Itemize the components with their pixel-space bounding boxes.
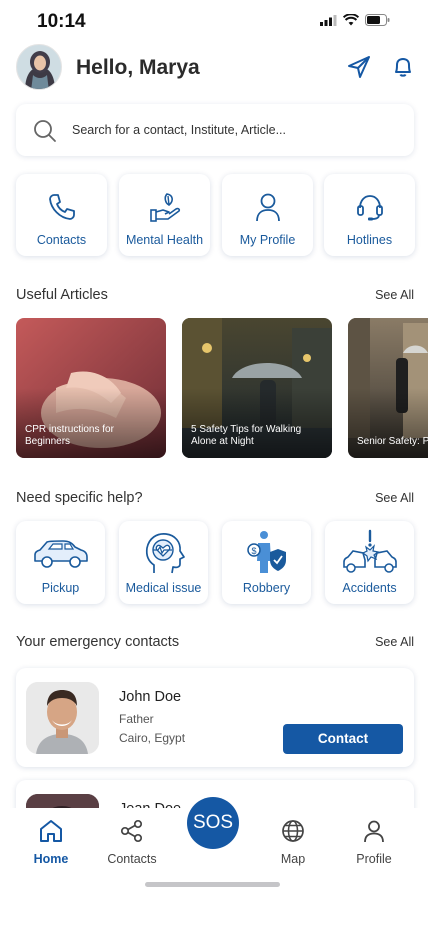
contact-name: John Doe [119,689,182,705]
contact-location: Cairo, Egypt [119,731,186,745]
article-card-senior[interactable]: Senior Safety: P Falls [348,318,428,458]
articles-title: Useful Articles [16,287,108,303]
battery-icon [365,14,390,26]
help-label: Accidents [342,581,397,595]
tab-home[interactable]: Home [11,818,91,866]
user-icon [255,193,280,222]
svg-text:$: $ [251,546,256,556]
help-medical-button[interactable]: Medical issue [119,521,208,604]
car-icon [33,540,88,568]
help-label: Robbery [242,581,291,595]
home-indicator [145,882,280,887]
bell-icon[interactable] [390,54,416,80]
search-icon [34,120,56,142]
quick-label: My Profile [239,233,296,247]
headset-icon [356,195,383,221]
tab-label: Profile [356,852,392,866]
help-see-all-link[interactable]: See All [375,491,414,505]
search-bar[interactable]: Search for a contact, Institute, Article… [16,104,414,156]
user-icon [364,820,384,843]
contact-button[interactable]: Contact [283,724,403,754]
help-pickup-button[interactable]: Pickup [16,521,105,604]
status-bar: 10:14 [0,0,428,44]
contact-photo [26,682,99,754]
avatar[interactable] [16,44,62,90]
contacts-see-all-link[interactable]: See All [375,635,414,649]
article-caption: 5 Safety Tips for Walking Alone at Night [191,424,302,447]
send-icon[interactable] [346,54,372,80]
quick-label: Hotlines [346,233,393,247]
article-card-walking[interactable]: 5 Safety Tips for Walking Alone at Night [182,318,332,458]
search-input[interactable]: Search for a contact, Institute, Article… [72,123,286,137]
quick-contacts-button[interactable]: Contacts [16,174,107,256]
article-caption: CPR instructions for Beginners [25,424,114,447]
quick-mental-health-button[interactable]: Mental Health [119,174,210,256]
signal-icon [320,14,337,26]
hand-leaf-icon [149,193,180,222]
help-title: Need specific help? [16,490,143,506]
help-label: Medical issue [125,581,202,595]
head-heart-icon [145,533,185,574]
article-caption: Senior Safety: P Falls [357,436,428,447]
quick-hotlines-button[interactable]: Hotlines [324,174,415,256]
article-card-cpr[interactable]: CPR instructions for Beginners [16,318,166,458]
tab-label: Contacts [107,852,157,866]
phone-icon [48,194,75,220]
contact-relation: Father [119,712,154,726]
contact-card: John Doe Father Cairo, Egypt Contact [16,668,414,767]
status-time: 10:14 [37,11,86,32]
share-icon [120,819,143,843]
tab-profile[interactable]: Profile [334,818,414,866]
quick-my-profile-button[interactable]: My Profile [222,174,313,256]
tab-contacts[interactable]: Contacts [92,818,172,866]
help-label: Pickup [41,581,80,595]
quick-label: Contacts [36,233,87,247]
status-icons [320,14,390,26]
help-accidents-button[interactable]: Accidents [325,521,414,604]
sos-button[interactable]: SOS [187,797,239,849]
globe-icon [282,820,304,842]
tab-label: Map [280,852,306,866]
robbery-icon: $ [246,531,286,573]
car-crash-icon [342,529,397,573]
contacts-title: Your emergency contacts [16,634,180,650]
articles-see-all-link[interactable]: See All [375,288,414,302]
quick-label: Mental Health [125,233,204,247]
home-icon [40,820,62,842]
help-robbery-button[interactable]: $ Robbery [222,521,311,604]
header: Hello, Marya [16,44,412,92]
greeting-title: Hello, Marya [76,56,200,79]
tab-map[interactable]: Map [253,818,333,866]
wifi-icon [343,14,359,26]
tab-label: Home [33,852,69,866]
